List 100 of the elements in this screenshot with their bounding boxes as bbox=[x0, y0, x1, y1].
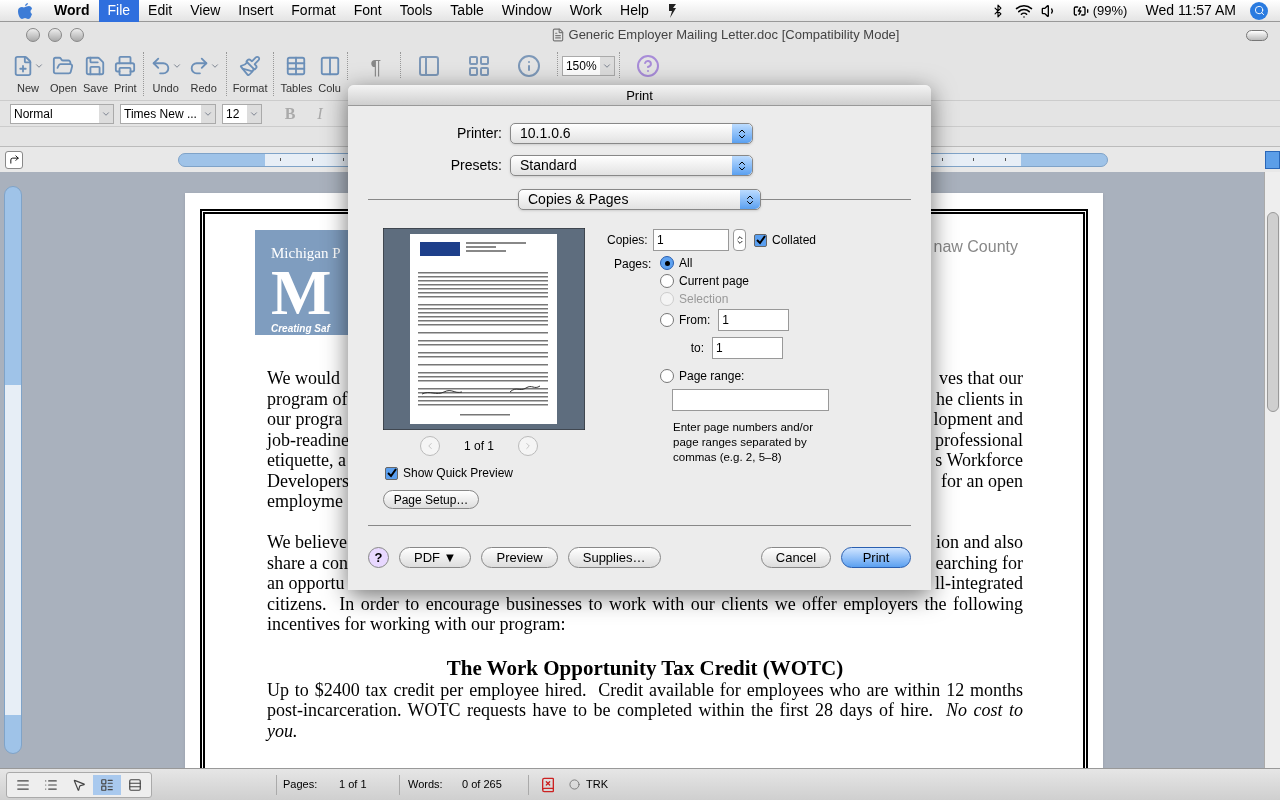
toolbar-button[interactable]: New bbox=[10, 52, 46, 96]
battery-percent[interactable]: (99%) bbox=[1092, 0, 1128, 21]
menu-item[interactable]: Edit bbox=[139, 0, 182, 22]
font-size-combo[interactable]: 12 bbox=[222, 103, 262, 124]
up-down-arrows-icon bbox=[744, 193, 756, 206]
menu-item[interactable]: Font bbox=[344, 0, 391, 22]
caret-icon bbox=[601, 61, 612, 71]
outline-view-icon bbox=[44, 777, 58, 792]
up-down-arrows-icon bbox=[736, 127, 748, 140]
to-field[interactable]: 1 bbox=[712, 337, 783, 359]
toolbar-button[interactable]: Colu bbox=[316, 52, 343, 96]
toolbar-button[interactable]: Redo bbox=[185, 52, 222, 96]
radio-button[interactable] bbox=[660, 256, 674, 270]
vertical-ruler[interactable] bbox=[4, 186, 22, 754]
body-text: he clients in bbox=[936, 388, 1023, 409]
zoom-combo[interactable]: 150% bbox=[561, 56, 615, 76]
body-text: job-readine bbox=[267, 429, 349, 450]
from-field[interactable]: 1 bbox=[718, 309, 790, 331]
track-changes-label[interactable]: TRK bbox=[586, 776, 608, 793]
field-label: Presets: bbox=[449, 156, 503, 175]
menu-item[interactable]: Window bbox=[492, 0, 561, 22]
menu-item[interactable]: Table bbox=[441, 0, 493, 22]
copies-field[interactable]: 1 bbox=[653, 229, 729, 251]
dialog-button[interactable]: Cancel bbox=[761, 547, 831, 568]
section-heading: The Work Opportunity Tax Credit (WOTC) bbox=[445, 655, 845, 680]
body-text: ion and also bbox=[936, 532, 1023, 553]
body-text: citizens. In order to encourage businesses to work with our clients we offer employers the following bbox=[267, 593, 1023, 614]
dialog-button[interactable]: Supplies… bbox=[567, 547, 661, 568]
radio-button[interactable] bbox=[660, 274, 674, 288]
window-control[interactable] bbox=[48, 28, 62, 42]
radio-label: Selection bbox=[679, 291, 729, 308]
spotlight-search-icon[interactable] bbox=[1250, 1, 1268, 20]
page-range-hint: Enter page numbers and/or page ranges separated by commas (e.g. 2, 5–8) bbox=[673, 420, 814, 465]
document-icon bbox=[550, 28, 565, 42]
toolbar-button[interactable]: Open bbox=[48, 52, 79, 96]
help-icon[interactable] bbox=[635, 54, 660, 78]
radio-button[interactable] bbox=[660, 313, 674, 327]
sidebar-icon[interactable] bbox=[416, 54, 441, 78]
scroll-bar[interactable] bbox=[1264, 172, 1280, 768]
body-text: We would bbox=[267, 368, 341, 389]
logo-tagline: Creating Saf bbox=[271, 321, 332, 335]
menu-clock[interactable]: Wed 11:57 AM bbox=[1145, 0, 1236, 21]
menu-item[interactable]: Work bbox=[560, 0, 612, 22]
book-error-icon[interactable] bbox=[539, 776, 557, 793]
menu-item[interactable]: Format bbox=[282, 0, 345, 22]
printer-icon bbox=[114, 54, 137, 77]
toolbar-button[interactable]: Save bbox=[80, 52, 110, 96]
logo-letter: M bbox=[271, 264, 332, 321]
radio-label: All bbox=[679, 255, 693, 272]
new-file-icon bbox=[12, 54, 34, 77]
dialog-button[interactable]: Print bbox=[841, 547, 911, 568]
panel-popup[interactable]: Copies & Pages bbox=[518, 189, 761, 210]
style-combo[interactable]: Normal bbox=[10, 103, 114, 124]
apple-icon[interactable] bbox=[17, 1, 33, 20]
checkbox[interactable] bbox=[754, 233, 767, 247]
menu-item[interactable]: Insert bbox=[229, 0, 283, 22]
tab-selector[interactable] bbox=[5, 150, 23, 169]
toolbar-button[interactable]: Undo bbox=[147, 52, 184, 96]
body-text: ves that our bbox=[939, 368, 1023, 389]
printer-popup[interactable]: 10.1.0.6 bbox=[510, 123, 753, 144]
dialog-button[interactable]: PDF ▼ bbox=[399, 547, 472, 568]
page-setup-button[interactable]: Page Setup… bbox=[383, 490, 479, 509]
window-control[interactable] bbox=[26, 28, 40, 42]
status-label: Pages: bbox=[283, 777, 319, 793]
toolbar-button[interactable]: Tables bbox=[278, 52, 315, 96]
field-label: to: bbox=[689, 340, 705, 357]
up-down-arrows-icon bbox=[734, 235, 745, 245]
app-menu[interactable]: Word bbox=[45, 0, 99, 21]
body-text: incentives for working with our program: bbox=[267, 614, 567, 635]
logo-text: Michigan P bbox=[271, 244, 342, 263]
body-text: s Workforce bbox=[935, 450, 1023, 471]
menu-item[interactable]: File bbox=[98, 0, 140, 22]
menu-item[interactable]: Tools bbox=[390, 0, 442, 22]
body-text: program of bbox=[267, 388, 348, 409]
track-changes-icon[interactable] bbox=[569, 779, 580, 790]
dialog-button[interactable]: Preview bbox=[481, 547, 558, 568]
copies-stepper[interactable] bbox=[733, 229, 746, 251]
field-label: Printer: bbox=[455, 124, 503, 143]
window-control[interactable] bbox=[70, 28, 84, 42]
help-button[interactable]: ? bbox=[368, 547, 389, 568]
folder-icon bbox=[52, 54, 75, 77]
menu-item[interactable]: Help bbox=[611, 0, 658, 22]
radio-button[interactable] bbox=[660, 369, 674, 383]
print-view-icon bbox=[100, 777, 114, 792]
page-range-field[interactable] bbox=[672, 389, 829, 411]
pill-button[interactable] bbox=[1246, 29, 1268, 41]
body-text: Up to $2400 tax credit per employee hired. Credit available for employees who are within 12 months post-incarceration. WOTC requests have to be completed within the first 28 days of hire. No cost to you. bbox=[267, 679, 1023, 741]
scroll-thumb[interactable] bbox=[1266, 212, 1279, 412]
window-title: Generic Employer Mailing Letter.doc [Compatibility Mode] bbox=[568, 26, 900, 45]
toolbar-button[interactable]: Print bbox=[112, 52, 139, 96]
menu-item[interactable]: View bbox=[181, 0, 230, 22]
word-count: 0 of 265 bbox=[462, 777, 503, 793]
gallery-icon[interactable] bbox=[466, 54, 491, 78]
checkbox[interactable] bbox=[385, 466, 398, 480]
toolbar-button[interactable]: Format bbox=[230, 52, 270, 96]
body-text: employme bbox=[267, 491, 343, 512]
presets-popup[interactable]: Standard bbox=[510, 155, 753, 176]
draft-view-icon bbox=[16, 777, 30, 792]
font-combo[interactable]: Times New ... bbox=[120, 103, 216, 124]
view-button[interactable] bbox=[93, 774, 121, 795]
